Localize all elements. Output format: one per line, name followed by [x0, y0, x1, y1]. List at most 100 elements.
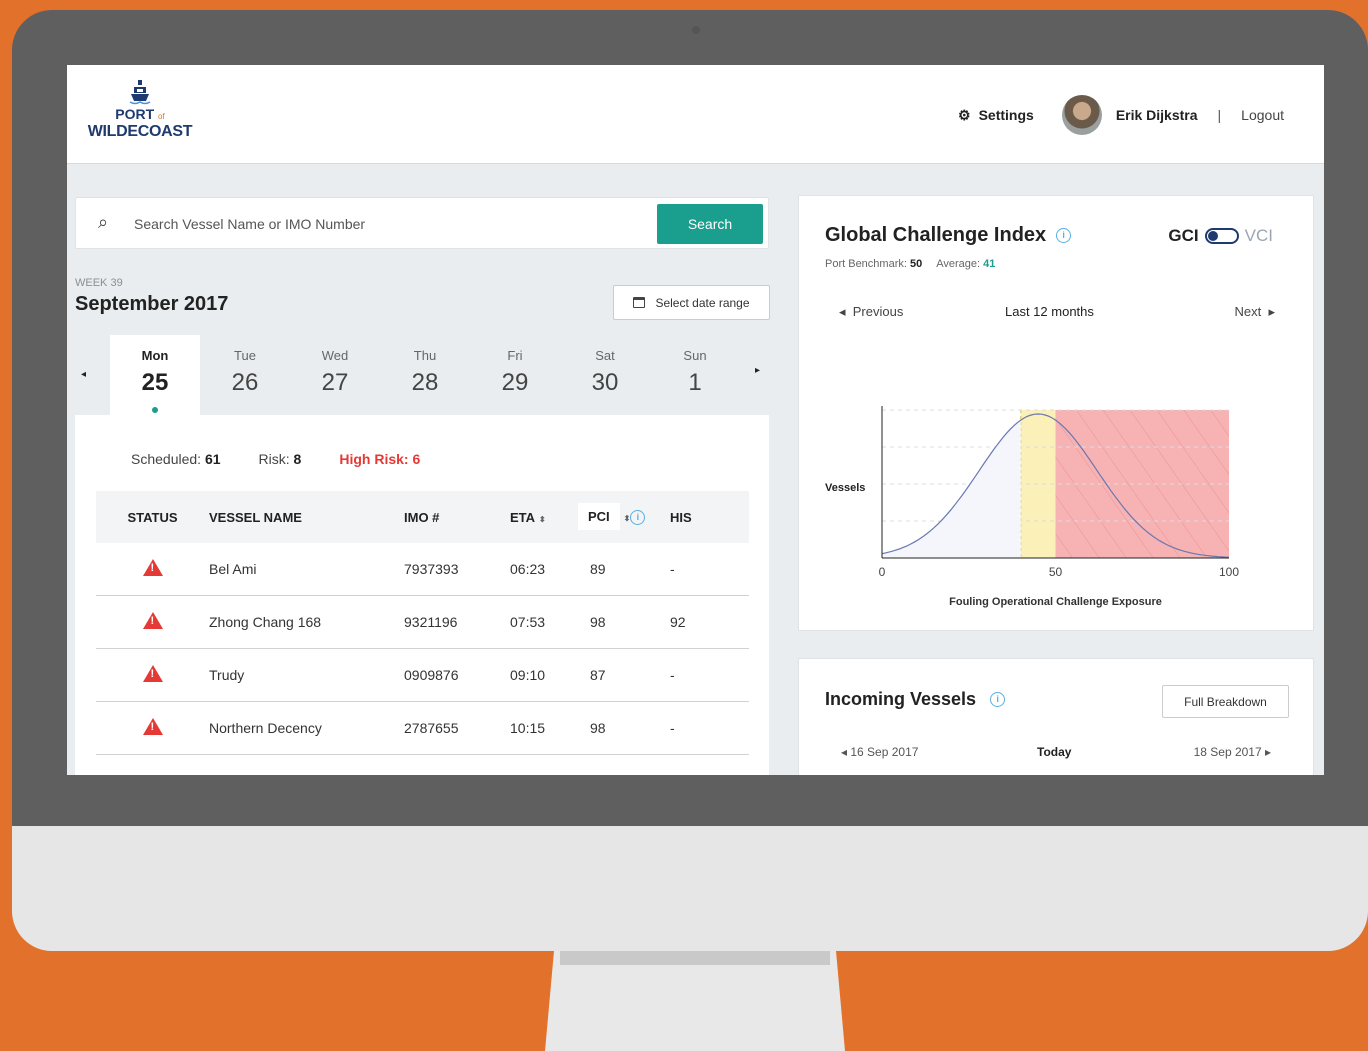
eta-cell: 09:10	[510, 667, 546, 683]
y-axis-label: Vessels	[825, 482, 865, 494]
ship-icon	[129, 80, 151, 105]
day-number: 30	[591, 369, 619, 396]
day-sun[interactable]: Sun 1	[650, 335, 740, 415]
monitor-stand-shadow	[560, 951, 830, 965]
day-tue[interactable]: Tue 26	[200, 335, 290, 415]
his-cell: -	[670, 667, 675, 683]
day-wed[interactable]: Wed 27	[290, 335, 380, 415]
header-separator: |	[1217, 107, 1222, 123]
avatar[interactable]	[1061, 95, 1102, 135]
table-header: STATUS VESSEL NAME IMO # ETA ⬍ PCI ⬍ i HIS	[96, 491, 749, 543]
day-fri[interactable]: Fri 29	[470, 335, 560, 415]
search-icon: ⌕	[98, 212, 109, 232]
select-date-range-button[interactable]: Select date range	[613, 285, 770, 320]
month-title: September 2017	[75, 293, 229, 315]
incoming-title: Incoming Vessels i	[825, 689, 1006, 710]
previous-period-button[interactable]: ◂ Previous	[839, 304, 903, 320]
next-week-arrow[interactable]: ▸	[755, 365, 760, 376]
x-tick-label: 0	[879, 565, 886, 579]
imo-cell: 0909876	[404, 667, 459, 683]
pci-cell: 87	[590, 667, 606, 683]
col-imo[interactable]: IMO #	[404, 510, 510, 525]
col-status[interactable]: STATUS	[96, 510, 209, 525]
status-cell	[96, 665, 209, 685]
toggle-switch[interactable]	[1204, 228, 1239, 244]
day-strip: ◂ Mon 25 Tue 26 Wed 27 Thu 28 Fri 29 Sat…	[75, 335, 769, 415]
col-pci[interactable]: PCI ⬍ i	[578, 502, 670, 530]
day-sat[interactable]: Sat 30	[560, 335, 650, 415]
gci-card: Global Challenge Index i Port Benchmark:…	[798, 195, 1314, 631]
eta-cell: 07:53	[510, 614, 546, 630]
period-nav: ◂ Previous Last 12 months Next ▸	[825, 304, 1275, 324]
table-row[interactable]: Zhong Chang 168 9321196 07:53 98 92	[96, 596, 749, 649]
monitor-chin	[12, 826, 1368, 951]
vessel-name-cell: Northern Decency	[209, 720, 322, 736]
toggle-knob	[1207, 231, 1218, 241]
day-name: Mon	[141, 348, 169, 363]
x-tick-label: 100	[1219, 565, 1239, 579]
sort-icon: ⬍	[623, 513, 631, 523]
app-header: PORT of WILDECOAST ⚙ Settings Erik Dijks…	[67, 65, 1324, 164]
day-number: 27	[321, 369, 349, 396]
info-icon[interactable]: i	[1056, 228, 1072, 243]
info-icon[interactable]: i	[990, 692, 1006, 707]
date-range-label: Select date range	[655, 295, 750, 310]
prev-week-arrow[interactable]: ◂	[81, 369, 86, 380]
info-icon[interactable]: i	[630, 510, 646, 526]
next-date-button[interactable]: 18 Sep 2017 ▸	[1194, 745, 1271, 759]
status-cell	[96, 559, 209, 579]
table-row[interactable]: Trudy 0909876 09:10 87 -	[96, 649, 749, 702]
status-cell	[96, 718, 209, 738]
gci-title: Global Challenge Index i	[825, 224, 1072, 247]
port-benchmark: Port Benchmark: 50	[825, 258, 923, 270]
imo-cell: 7937393	[404, 561, 459, 577]
vessel-name-cell: Zhong Chang 168	[209, 614, 322, 630]
user-name: Erik Dijkstra	[1115, 107, 1198, 123]
warning-icon	[142, 718, 163, 735]
logout-link[interactable]: Logout	[1241, 107, 1284, 123]
day-number: 29	[501, 369, 529, 396]
camera	[692, 26, 700, 34]
header-actions: ⚙ Settings Erik Dijkstra | Logout	[958, 95, 1284, 135]
gci-chart: Vessels 0 50 100 Fouling Operational Chall…	[825, 406, 1240, 608]
col-his[interactable]: HIS	[670, 510, 730, 525]
prev-date-button[interactable]: ◂ 16 Sep 2017	[841, 745, 918, 759]
logo-text-top: PORT of	[115, 106, 165, 122]
period-label: Last 12 months	[1005, 304, 1094, 319]
pci-cell: 89	[590, 561, 606, 577]
gci-vci-toggle[interactable]: GCI VCI	[1168, 226, 1273, 246]
col-vessel-name[interactable]: VESSEL NAME	[209, 510, 404, 525]
today-label: Today	[1037, 745, 1072, 759]
day-name: Fri	[507, 348, 523, 363]
port-logo[interactable]: PORT of WILDECOAST	[75, 79, 205, 140]
day-number: 26	[231, 369, 259, 396]
eta-cell: 06:23	[510, 561, 546, 577]
search-input[interactable]	[134, 210, 644, 238]
settings-link[interactable]: ⚙ Settings	[958, 107, 1034, 124]
day-thu[interactable]: Thu 28	[380, 335, 470, 415]
high-risk-count: High Risk: 6	[339, 451, 421, 467]
x-axis-label: Fouling Operational Challenge Exposure	[949, 596, 1162, 608]
average: Average: 41	[936, 258, 996, 270]
day-number: 25	[141, 369, 169, 396]
sort-icon: ⬍	[539, 514, 546, 524]
vessel-table: STATUS VESSEL NAME IMO # ETA ⬍ PCI ⬍ i HIS …	[96, 491, 749, 755]
scheduled-count: Scheduled: 61	[131, 451, 221, 467]
week-label: WEEK 39	[75, 277, 123, 289]
incoming-title-text: Incoming Vessels	[825, 689, 977, 709]
vessel-name-cell: Bel Ami	[209, 561, 257, 577]
schedule-counts: Scheduled: 61 Risk: 8 High Risk: 6	[131, 451, 420, 467]
x-ticks: 0 50 100	[879, 565, 1240, 579]
next-period-button[interactable]: Next ▸	[1235, 304, 1275, 320]
search-button[interactable]: Search	[657, 204, 763, 244]
pci-cell: 98	[590, 614, 606, 630]
table-row[interactable]: Northern Decency 2787655 10:15 98 -	[96, 702, 749, 755]
day-mon[interactable]: Mon 25	[110, 335, 200, 415]
full-breakdown-button[interactable]: Full Breakdown	[1162, 685, 1289, 718]
eta-cell: 10:15	[510, 720, 546, 736]
gci-title-text: Global Challenge Index	[825, 224, 1047, 246]
settings-label: Settings	[978, 107, 1034, 123]
pci-cell: 98	[590, 720, 606, 736]
risk-count: Risk: 8	[258, 451, 302, 467]
table-row[interactable]: Bel Ami 7937393 06:23 89 -	[96, 543, 749, 596]
